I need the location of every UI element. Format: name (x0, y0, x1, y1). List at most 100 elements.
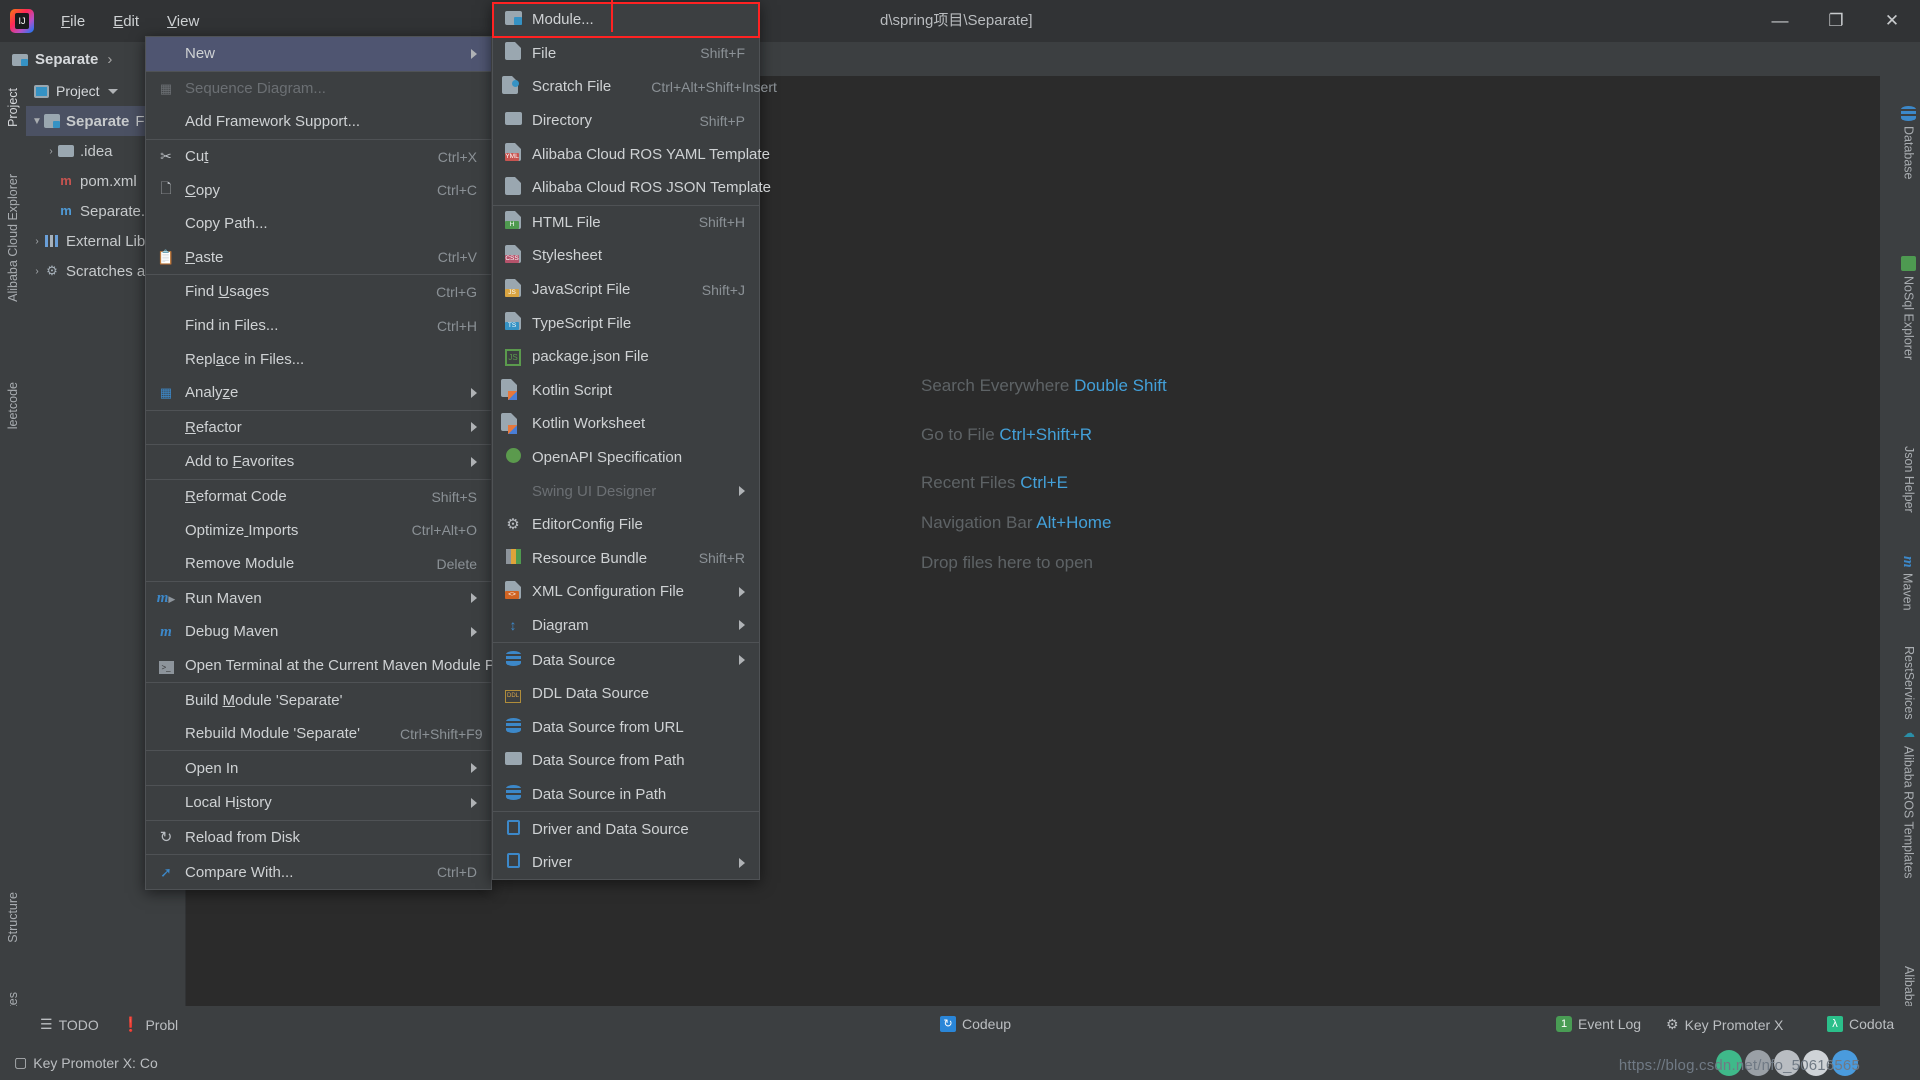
menu-edit[interactable]: Edit (101, 9, 151, 34)
ddl-data-source-icon: DDL (503, 684, 523, 704)
menu-item-copy-path[interactable]: Copy Path... (146, 207, 491, 241)
main-menu-bar[interactable]: File Edit View (49, 9, 211, 34)
new-item-directory[interactable]: Directory Shift+P (493, 104, 759, 138)
new-submenu[interactable]: Module... File Shift+F Scratch File Ctrl+Alt… (492, 2, 777, 881)
minimize-icon[interactable]: — (1752, 0, 1808, 42)
sidebar-item-json-helper[interactable]: Json Helper (1902, 446, 1916, 513)
maximize-icon[interactable]: ❐ (1808, 0, 1864, 42)
sidebar-item-leetcode[interactable]: leetcode (6, 376, 20, 435)
menu-item-find-usages[interactable]: Find Usages Ctrl+G (146, 275, 491, 309)
new-item-data-source-in-path[interactable]: Data Source in Path (493, 778, 759, 812)
left-tool-strip[interactable]: Project Alibaba Cloud Explorer leetcode … (0, 76, 26, 1043)
menu-item-paste[interactable]: 📋 Paste Ctrl+V (146, 241, 491, 275)
new-item-stylesheet[interactable]: CSS Stylesheet (493, 239, 759, 273)
new-item-openapi-specification[interactable]: OpenAPI Specification (493, 441, 759, 475)
new-item-file[interactable]: File Shift+F (493, 37, 759, 71)
status-key-promoter[interactable]: ⚙ Key Promoter X (1666, 1016, 1783, 1033)
sidebar-item-nosql-explorer[interactable]: NoSql Explorer (1901, 256, 1916, 360)
sidebar-item-maven[interactable]: m Maven (1899, 556, 1916, 610)
menu-item-label: New (185, 45, 216, 63)
sidebar-item-project[interactable]: Project (6, 82, 20, 133)
new-item-scratch-file[interactable]: Scratch File Ctrl+Alt+Shift+Insert (493, 70, 777, 104)
menu-item-reload-from-disk[interactable]: ↻ Reload from Disk (146, 821, 491, 855)
tree-expand-icon[interactable]: › (30, 266, 44, 277)
window-controls[interactable]: — ❐ ✕ (1752, 0, 1920, 42)
new-item-package-json-file[interactable]: JS package.json File (493, 340, 759, 374)
driver-data-source-icon (506, 819, 520, 839)
tree-expand-icon[interactable]: ▼ (30, 116, 44, 127)
breadcrumb[interactable]: Separate › (12, 51, 112, 68)
tree-expand-icon[interactable]: › (30, 236, 44, 247)
menu-item-find-in-files[interactable]: Find in Files... Ctrl+H (146, 309, 491, 343)
menu-item-reformat-code[interactable]: Reformat Code Shift+S (146, 480, 491, 514)
new-item-module[interactable]: Module... (493, 3, 759, 37)
status-event-log[interactable]: 1 Event Log (1556, 1016, 1641, 1032)
new-item-data-source-from-path[interactable]: Data Source from Path (493, 744, 759, 778)
menu-item-run-maven[interactable]: m▶ Run Maven (146, 582, 491, 616)
new-item-ddl-data-source[interactable]: DDL DDL Data Source (493, 677, 759, 711)
menu-item-label: Sequence Diagram... (185, 79, 326, 97)
new-item-data-source-from-url[interactable]: Data Source from URL (493, 710, 759, 744)
new-item-data-source[interactable]: Data Source (493, 643, 759, 677)
menu-item-refactor[interactable]: Refactor (146, 411, 491, 445)
codota-icon: λ (1827, 1016, 1843, 1032)
new-item-alibaba-cloud-ros-yaml-template[interactable]: YML Alibaba Cloud ROS YAML Template (493, 137, 770, 171)
debug-maven-icon: m (156, 623, 176, 641)
menu-item-copy[interactable]: 🗋 Copy Ctrl+C (146, 173, 491, 207)
new-item-javascript-file[interactable]: JS JavaScript File Shift+J (493, 273, 759, 307)
menu-item-analyze[interactable]: ▦ Analyze (146, 376, 491, 410)
menu-item-shortcut: Shift+H (698, 214, 745, 231)
key-promoter-notification[interactable]: ▢ Key Promoter X: Co (14, 1054, 158, 1071)
menu-item-build-module-separate[interactable]: Build Module 'Separate' (146, 683, 491, 717)
sidebar-item-database[interactable]: Database (1901, 106, 1916, 180)
new-item-kotlin-worksheet[interactable]: Kotlin Worksheet (493, 407, 759, 441)
menu-item-debug-maven[interactable]: m Debug Maven (146, 615, 491, 649)
new-item-alibaba-cloud-ros-json-template[interactable]: Alibaba Cloud ROS JSON Template (493, 171, 771, 205)
status-todo-label: TODO (58, 1016, 99, 1033)
sidebar-item-alibaba-cloud-explorer[interactable]: Alibaba Cloud Explorer (6, 168, 20, 308)
directory-icon (504, 112, 522, 129)
new-item-driver-and-data-source[interactable]: Driver and Data Source (493, 812, 759, 846)
new-item-kotlin-script[interactable]: Kotlin Script (493, 374, 759, 408)
menu-item-rebuild-module-separate[interactable]: Rebuild Module 'Separate' Ctrl+Shift+F9 (146, 717, 491, 751)
sidebar-item-structure[interactable]: Structure (6, 886, 20, 949)
new-item-editorconfig-file[interactable]: ⚙ EditorConfig File (493, 508, 759, 542)
context-menu[interactable]: New ▦ Sequence Diagram... Add Framework Sup… (145, 36, 516, 890)
tree-expand-icon[interactable]: › (44, 146, 58, 157)
menu-item-replace-in-files[interactable]: Replace in Files... (146, 342, 491, 376)
submenu-arrow-icon (471, 48, 477, 59)
run-maven-icon: m▶ (156, 590, 176, 607)
menu-item-compare-with[interactable]: ➚ Compare With... Ctrl+D (146, 855, 491, 889)
menu-item-add-framework-support[interactable]: Add Framework Support... (146, 105, 491, 139)
status-todo[interactable]: ☰ TODO (40, 1016, 99, 1033)
sidebar-item-restservices[interactable]: RestServices (1902, 646, 1916, 720)
new-item-xml-configuration-file[interactable]: <> XML Configuration File (493, 575, 759, 609)
new-item-html-file[interactable]: H HTML File Shift+H (493, 206, 759, 240)
menu-item-new[interactable]: New (146, 37, 491, 71)
debug-maven-icon: m (160, 623, 172, 640)
right-tool-strip[interactable]: Database NoSql Explorer Json Helper m Ma… (1880, 76, 1920, 1080)
close-icon[interactable]: ✕ (1864, 0, 1920, 42)
new-item-driver[interactable]: Driver (493, 846, 759, 880)
new-item-diagram[interactable]: ↕ Diagram (493, 609, 759, 643)
tree-node-label: Separate.ir (80, 202, 154, 220)
menu-item-open-in[interactable]: Open In (146, 751, 491, 785)
menu-item-remove-module[interactable]: Remove Module Delete (146, 547, 491, 581)
menu-item-add-to-favorites[interactable]: Add to Favorites (146, 445, 491, 479)
new-item-typescript-file[interactable]: TS TypeScript File (493, 306, 759, 340)
sidebar-item-alibaba-ros-templates[interactable]: ☁ Alibaba ROS Templates (1901, 726, 1917, 878)
menu-file[interactable]: File (49, 9, 97, 34)
openapi-icon (503, 448, 523, 467)
menu-item-open-terminal-at-the-current-maven-module-path[interactable]: >_ Open Terminal at the Current Maven Mod… (146, 649, 516, 683)
status-problems[interactable]: ❗ Probl (122, 1016, 178, 1033)
menu-item-local-history[interactable]: Local History (146, 786, 491, 820)
new-item-resource-bundle[interactable]: Resource Bundle Shift+R (493, 542, 759, 576)
menu-item-cut[interactable]: ✂ Cut Ctrl+X (146, 140, 491, 174)
chevron-down-icon[interactable] (107, 88, 118, 94)
menu-item-optimize-imports[interactable]: Optimize Imports Ctrl+Alt+O (146, 513, 491, 547)
status-codeup[interactable]: ↻ Codeup (940, 1016, 1011, 1032)
scratch-file-icon (501, 75, 525, 98)
css-file-icon: CSS (503, 244, 523, 267)
status-codota[interactable]: λ Codota (1827, 1016, 1894, 1032)
menu-view[interactable]: View (155, 9, 211, 34)
